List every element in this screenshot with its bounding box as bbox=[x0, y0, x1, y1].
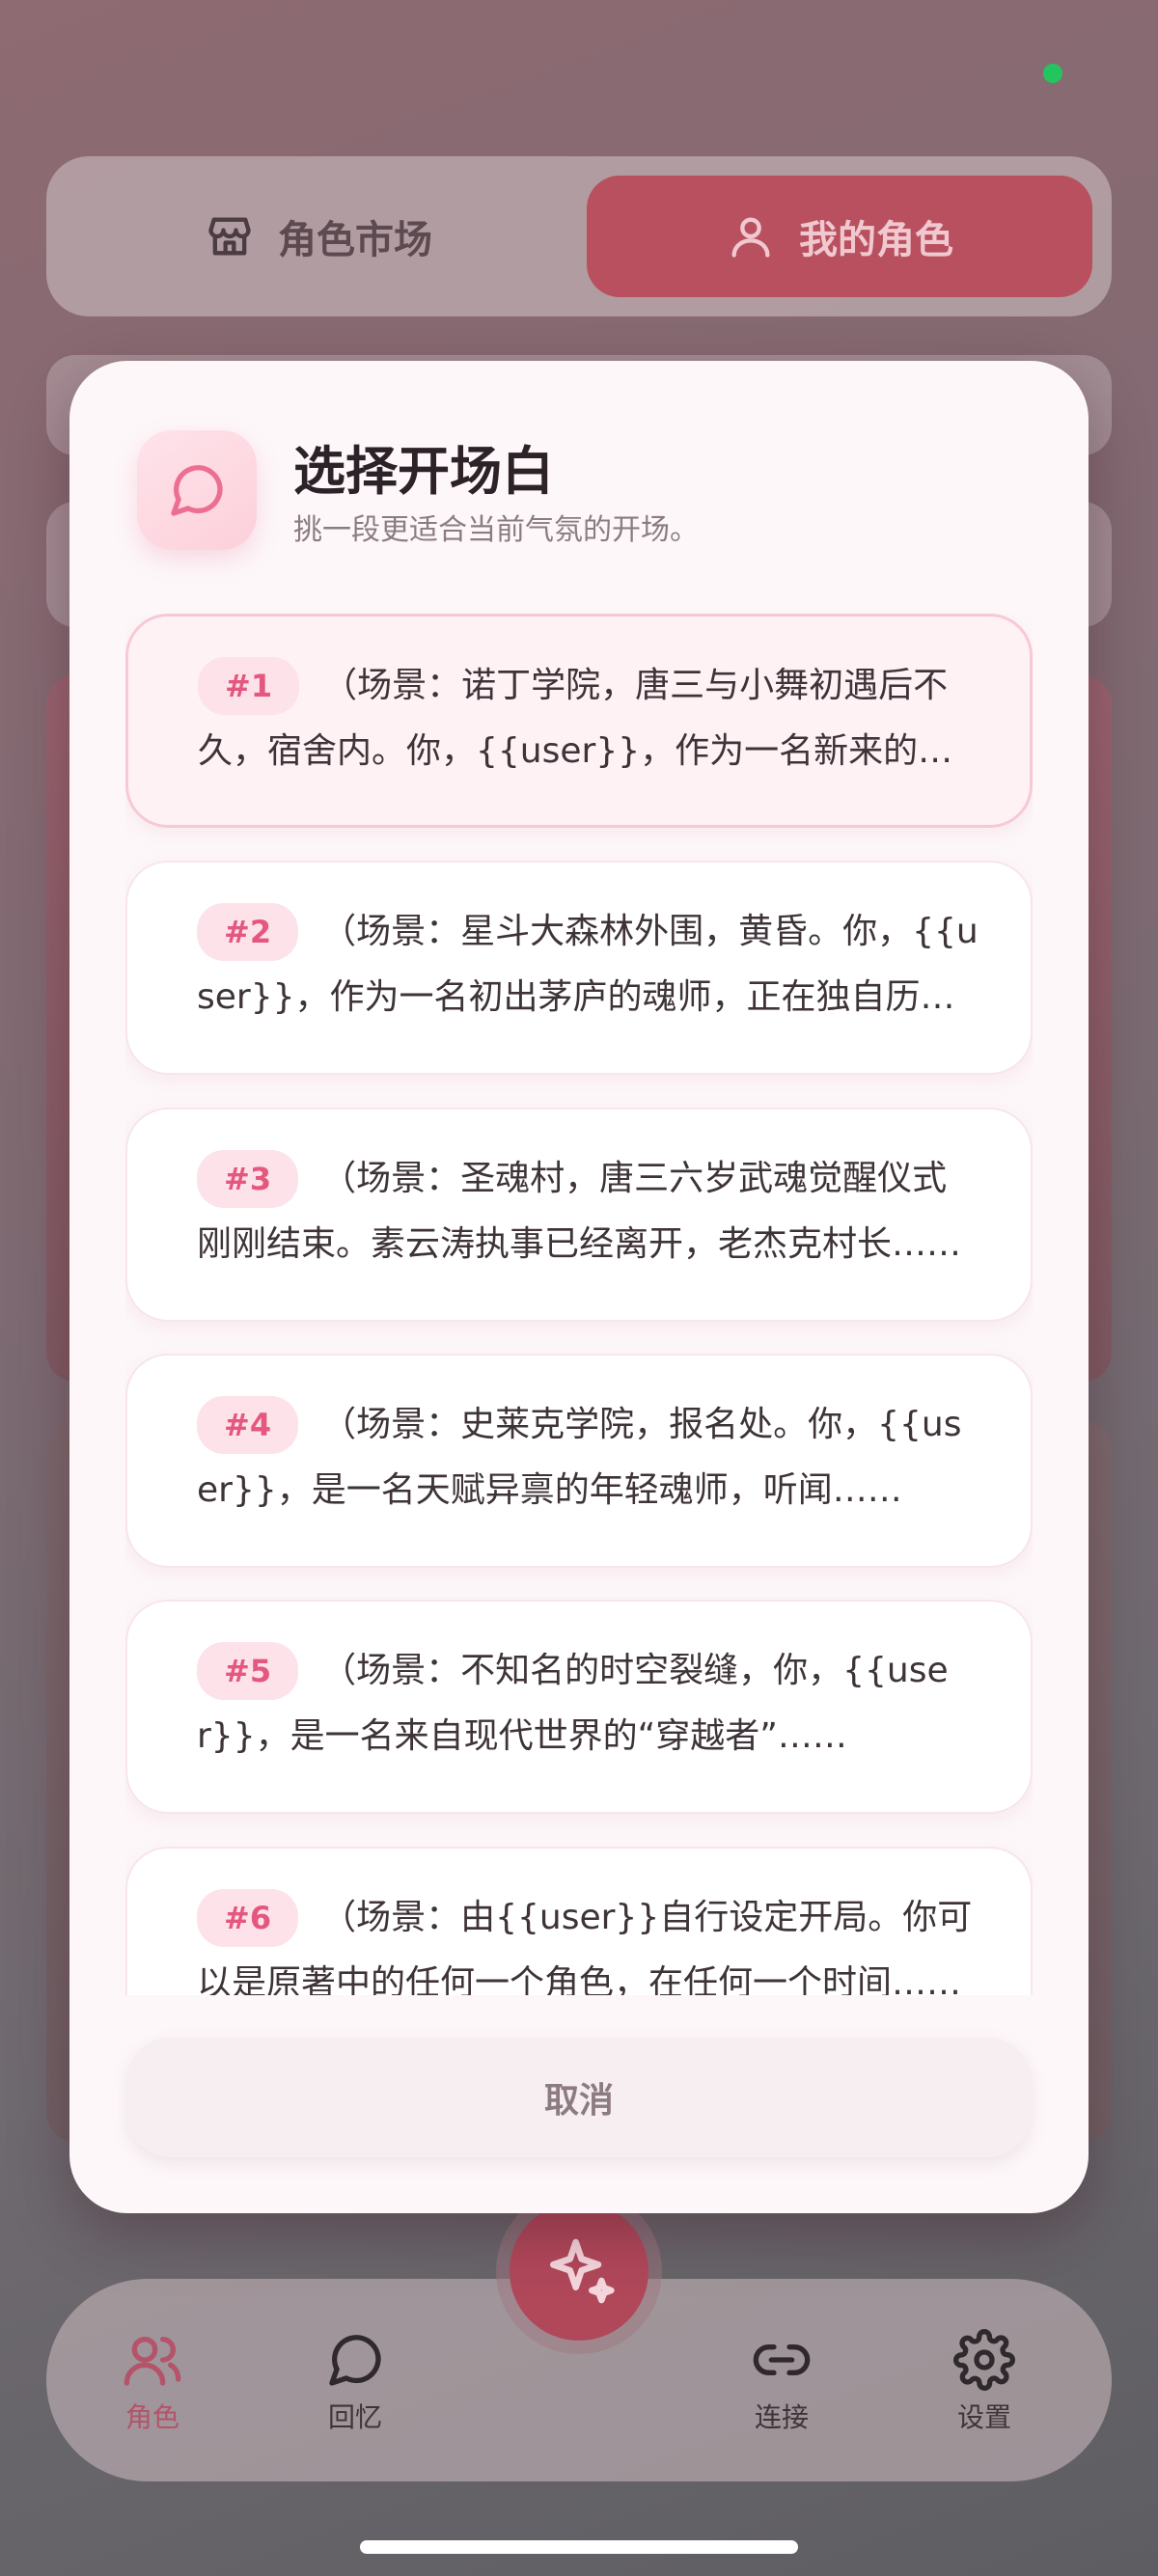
option-text: （场景：由{{user}}自行设定开局。你可以是原著中的任何一个角色，在任何一个… bbox=[197, 1898, 973, 1995]
nav-item-label: 回忆 bbox=[327, 2401, 382, 2433]
opening-option[interactable]: #1 （场景：诺丁学院，唐三与小舞初遇后不久，宿舍内。你，{{user}}，作为一… bbox=[125, 614, 1033, 828]
opening-option[interactable]: #6 （场景：由{{user}}自行设定开局。你可以是原著中的任何一个角色，在任何… bbox=[125, 1847, 1033, 1995]
nav-item-memories[interactable]: 回忆 bbox=[288, 2329, 423, 2435]
nav-item-label: 连接 bbox=[754, 2401, 809, 2433]
top-tab-bar: 角色市场 我的角色 bbox=[46, 156, 1112, 316]
opening-option[interactable]: #5 （场景：不知名的时空裂缝，你，{{user}}，是一名来自现代世界的“穿越者… bbox=[125, 1600, 1033, 1814]
tab-my-characters[interactable]: 我的角色 bbox=[587, 176, 1092, 297]
sparkles-icon bbox=[550, 2238, 615, 2304]
opening-option[interactable]: #2 （场景：星斗大森林外围，黄昏。你，{{user}}，作为一名初出茅庐的魂师，… bbox=[125, 861, 1033, 1075]
chat-bubble-icon bbox=[329, 2335, 381, 2386]
tab-my-characters-label: 我的角色 bbox=[799, 218, 953, 262]
option-text: （场景：诺丁学院，唐三与小舞初遇后不久，宿舍内。你，{{user}}，作为一名新… bbox=[198, 666, 953, 771]
dialog-header-icon-badge bbox=[137, 430, 257, 550]
dialog-title: 选择开场白 bbox=[293, 441, 554, 502]
option-text: （场景：圣魂村，唐三六岁武魂觉醒仪式刚刚结束。素云涛执事已经离开，老杰克村长…… bbox=[197, 1159, 962, 1264]
tab-character-market-label: 角色市场 bbox=[278, 218, 432, 262]
home-indicator bbox=[360, 2540, 798, 2554]
tab-character-market[interactable]: 角色市场 bbox=[66, 176, 571, 297]
nav-item-settings[interactable]: 设置 bbox=[917, 2329, 1052, 2435]
store-icon bbox=[208, 217, 251, 256]
nav-item-label: 设置 bbox=[956, 2401, 1011, 2433]
option-number-badge: #1 bbox=[198, 657, 300, 715]
option-number-badge: #2 bbox=[197, 903, 299, 961]
option-number-badge: #4 bbox=[197, 1396, 299, 1454]
option-text: （场景：星斗大森林外围，黄昏。你，{{user}}，作为一名初出茅庐的魂师，正在… bbox=[197, 912, 979, 1017]
option-text: （场景：不知名的时空裂缝，你，{{user}}，是一名来自现代世界的“穿越者”…… bbox=[197, 1651, 949, 1756]
status-indicator-dot bbox=[1043, 64, 1062, 83]
link-icon bbox=[753, 2344, 811, 2375]
option-text: （场景：史莱克学院，报名处。你，{{user}}，是一名天赋异禀的年轻魂师，听闻… bbox=[197, 1405, 962, 1510]
user-icon bbox=[731, 217, 770, 258]
opening-line-dialog: 选择开场白 挑一段更适合当前气氛的开场。 #1 （场景：诺丁学院，唐三与小舞初遇后… bbox=[69, 361, 1089, 2213]
nav-item-label: 角色 bbox=[124, 2401, 179, 2433]
option-number-badge: #3 bbox=[197, 1150, 299, 1208]
create-fab-button[interactable] bbox=[510, 2202, 648, 2341]
chat-bubble-icon bbox=[171, 465, 223, 516]
dialog-subtitle: 挑一段更适合当前气氛的开场。 bbox=[293, 513, 699, 547]
cancel-button[interactable]: 取消 bbox=[127, 2038, 1031, 2157]
users-icon bbox=[124, 2337, 181, 2386]
gear-icon bbox=[953, 2329, 1015, 2391]
opening-option[interactable]: #4 （场景：史莱克学院，报名处。你，{{user}}，是一名天赋异禀的年轻魂师，… bbox=[125, 1354, 1033, 1568]
option-number-badge: #5 bbox=[197, 1642, 299, 1700]
nav-item-characters[interactable]: 角色 bbox=[85, 2329, 220, 2435]
option-number-badge: #6 bbox=[197, 1889, 299, 1947]
opening-option[interactable]: #3 （场景：圣魂村，唐三六岁武魂觉醒仪式刚刚结束。素云涛执事已经离开，老杰克村长… bbox=[125, 1108, 1033, 1322]
opening-options-list[interactable]: #1 （场景：诺丁学院，唐三与小舞初遇后不久，宿舍内。你，{{user}}，作为一… bbox=[125, 614, 1033, 1995]
nav-item-connect[interactable]: 连接 bbox=[714, 2329, 849, 2435]
